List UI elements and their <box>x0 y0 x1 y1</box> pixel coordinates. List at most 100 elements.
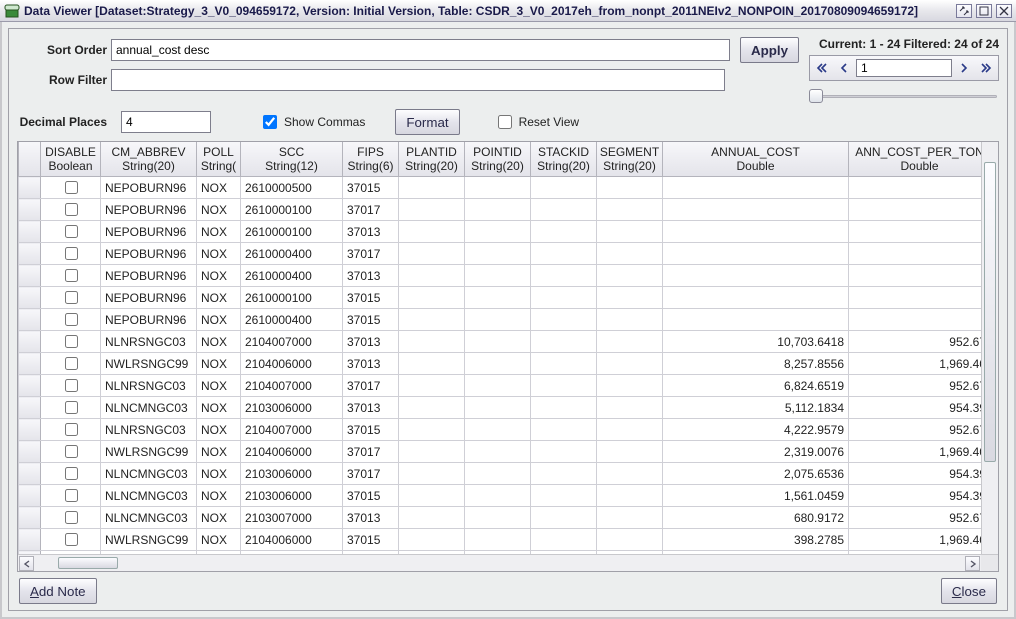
cell-ann-cost-per-ton[interactable]: 954.39 <box>849 463 982 485</box>
cell-disable[interactable] <box>41 375 101 397</box>
cell-segment[interactable] <box>597 375 663 397</box>
cell-cm-abbrev[interactable]: NLNCMNGC03 <box>101 485 197 507</box>
cell-plantid[interactable] <box>399 441 465 463</box>
row-header-cell[interactable] <box>19 221 41 243</box>
row-header-cell[interactable] <box>19 529 41 551</box>
cell-disable[interactable] <box>41 221 101 243</box>
cell-stackid[interactable] <box>531 375 597 397</box>
cell-ann-cost-per-ton[interactable] <box>849 265 982 287</box>
cell-scc[interactable]: 2610000100 <box>241 221 343 243</box>
cell-segment[interactable] <box>597 221 663 243</box>
table-row[interactable]: NEPOBURN96NOX261000040037013 <box>19 265 982 287</box>
cell-plantid[interactable] <box>399 353 465 375</box>
cell-scc[interactable]: 2610000400 <box>241 265 343 287</box>
cell-ann-cost-per-ton[interactable] <box>849 221 982 243</box>
row-header-cell[interactable] <box>19 463 41 485</box>
cell-annual-cost[interactable]: 6,824.6519 <box>663 375 849 397</box>
table-row[interactable]: NWLRSNGC99NOX2104006000370138,257.85561,… <box>19 353 982 375</box>
cell-fips[interactable]: 37015 <box>343 529 399 551</box>
cell-disable[interactable] <box>41 419 101 441</box>
cell-annual-cost[interactable] <box>663 309 849 331</box>
cell-poll[interactable]: NOX <box>197 375 241 397</box>
row-header-cell[interactable] <box>19 353 41 375</box>
reset-view-checkbox[interactable]: Reset View <box>494 112 579 132</box>
cell-fips[interactable]: 37015 <box>343 309 399 331</box>
cell-fips[interactable]: 37013 <box>343 397 399 419</box>
cell-segment[interactable] <box>597 441 663 463</box>
cell-pointid[interactable] <box>465 287 531 309</box>
cell-pointid[interactable] <box>465 265 531 287</box>
cell-disable[interactable] <box>41 507 101 529</box>
cell-poll[interactable]: NOX <box>197 463 241 485</box>
col-poll[interactable]: POLLString( <box>197 142 241 177</box>
cell-poll[interactable]: NOX <box>197 199 241 221</box>
cell-annual-cost[interactable] <box>663 287 849 309</box>
table-row[interactable]: NLNCMNGC03NOX2103006000370172,075.653695… <box>19 463 982 485</box>
cell-segment[interactable] <box>597 419 663 441</box>
cell-stackid[interactable] <box>531 331 597 353</box>
cell-segment[interactable] <box>597 177 663 199</box>
cell-pointid[interactable] <box>465 441 531 463</box>
cell-pointid[interactable] <box>465 529 531 551</box>
row-header-cell[interactable] <box>19 485 41 507</box>
cell-segment[interactable] <box>597 265 663 287</box>
col-plantid[interactable]: PLANTIDString(20) <box>399 142 465 177</box>
cell-plantid[interactable] <box>399 507 465 529</box>
cell-plantid[interactable] <box>399 463 465 485</box>
cell-annual-cost[interactable]: 680.9172 <box>663 507 849 529</box>
cell-scc[interactable]: 2610000100 <box>241 287 343 309</box>
cell-poll[interactable]: NOX <box>197 265 241 287</box>
cell-poll[interactable]: NOX <box>197 507 241 529</box>
table-row[interactable]: NLNCMNGC03NOX210300700037013680.9172952.… <box>19 507 982 529</box>
cell-ann-cost-per-ton[interactable] <box>849 177 982 199</box>
cell-cm-abbrev[interactable]: NWLRSNGC99 <box>101 529 197 551</box>
cell-segment[interactable] <box>597 485 663 507</box>
cell-pointid[interactable] <box>465 353 531 375</box>
cell-scc[interactable]: 2610000100 <box>241 199 343 221</box>
detach-button[interactable] <box>956 4 972 18</box>
cell-scc[interactable]: 2610000400 <box>241 309 343 331</box>
cell-ann-cost-per-ton[interactable] <box>849 309 982 331</box>
cell-disable[interactable] <box>41 177 101 199</box>
cell-pointid[interactable] <box>465 331 531 353</box>
cell-pointid[interactable] <box>465 507 531 529</box>
cell-annual-cost[interactable]: 4,222.9579 <box>663 419 849 441</box>
cell-annual-cost[interactable] <box>663 221 849 243</box>
cell-plantid[interactable] <box>399 309 465 331</box>
cell-segment[interactable] <box>597 507 663 529</box>
cell-plantid[interactable] <box>399 243 465 265</box>
cell-ann-cost-per-ton[interactable] <box>849 287 982 309</box>
row-header-cell[interactable] <box>19 397 41 419</box>
cell-annual-cost[interactable]: 2,075.6536 <box>663 463 849 485</box>
show-commas-checkbox[interactable]: Show Commas <box>259 112 365 132</box>
cell-fips[interactable]: 37015 <box>343 287 399 309</box>
cell-cm-abbrev[interactable]: NEPOBURN96 <box>101 177 197 199</box>
cell-stackid[interactable] <box>531 353 597 375</box>
cell-poll[interactable]: NOX <box>197 441 241 463</box>
cell-cm-abbrev[interactable]: NEPOBURN96 <box>101 287 197 309</box>
record-slider[interactable] <box>809 87 999 105</box>
cell-ann-cost-per-ton[interactable]: 1,969.40 <box>849 529 982 551</box>
cell-plantid[interactable] <box>399 397 465 419</box>
cell-stackid[interactable] <box>531 397 597 419</box>
col-stackid[interactable]: STACKIDString(20) <box>531 142 597 177</box>
cell-ann-cost-per-ton[interactable]: 954.39 <box>849 485 982 507</box>
cell-scc[interactable]: 2103007000 <box>241 507 343 529</box>
cell-cm-abbrev[interactable]: NEPOBURN96 <box>101 199 197 221</box>
cell-plantid[interactable] <box>399 529 465 551</box>
cell-stackid[interactable] <box>531 265 597 287</box>
table-row[interactable]: NEPOBURN96NOX261000050037015 <box>19 177 982 199</box>
cell-segment[interactable] <box>597 199 663 221</box>
cell-scc[interactable]: 2104006000 <box>241 529 343 551</box>
cell-scc[interactable]: 2103006000 <box>241 463 343 485</box>
cell-scc[interactable]: 2104007000 <box>241 375 343 397</box>
cell-poll[interactable]: NOX <box>197 529 241 551</box>
cell-disable[interactable] <box>41 287 101 309</box>
cell-stackid[interactable] <box>531 485 597 507</box>
row-header-cell[interactable] <box>19 287 41 309</box>
cell-cm-abbrev[interactable]: NEPOBURN96 <box>101 243 197 265</box>
cell-pointid[interactable] <box>465 221 531 243</box>
cell-cm-abbrev[interactable]: NEPOBURN96 <box>101 265 197 287</box>
cell-cm-abbrev[interactable]: NLNCMNGC03 <box>101 397 197 419</box>
cell-pointid[interactable] <box>465 485 531 507</box>
